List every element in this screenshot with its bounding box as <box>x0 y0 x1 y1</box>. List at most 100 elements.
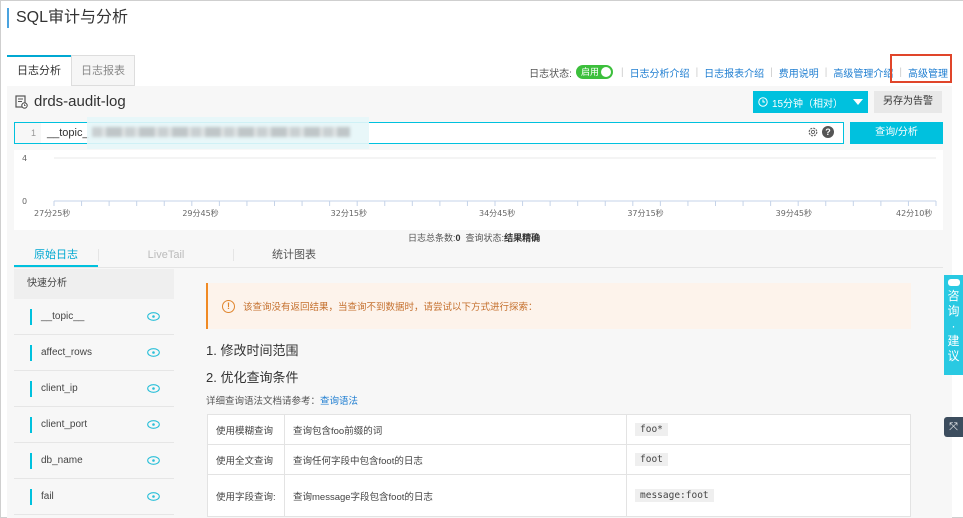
link-log-reports-intro[interactable]: 日志报表介绍 <box>704 65 764 80</box>
tab-raw-logs[interactable]: 原始日志 <box>14 244 98 267</box>
tab-raw-logs-label: 原始日志 <box>34 249 78 261</box>
tab-log-reports[interactable]: 日志报表 <box>71 55 135 86</box>
query-summary: 日志总条数:0 查询状态:结果精确 <box>408 231 540 244</box>
tip-type: 使用模糊查询 <box>207 414 285 445</box>
tab-log-analysis[interactable]: 日志分析 <box>7 55 71 86</box>
y-tick-label: 4 <box>22 154 27 163</box>
divider: | <box>770 66 773 78</box>
tip-description: 查询任何字段中包含foot的日志 <box>284 444 627 475</box>
tip-example-cell: foo* <box>626 414 911 445</box>
field-marker <box>30 344 32 361</box>
feedback-char: · <box>951 319 956 333</box>
log-count-value: 0 <box>455 233 461 243</box>
main-tabs: 日志分析 日志报表 <box>7 55 135 86</box>
log-status-toggle[interactable]: 启用 <box>575 65 613 79</box>
chat-icon <box>947 279 960 286</box>
toggle-label: 启用 <box>580 67 599 77</box>
field-list: __topic__ affect_rows client_ip client_port… <box>14 299 174 515</box>
query-tips-table: 使用模糊查询 查询包含foo前缀的词 foo* 使用全文查询 查询任何字段中包含foot… <box>207 414 911 517</box>
field-item[interactable]: db_name <box>14 443 174 479</box>
tab-charts[interactable]: 统计图表 <box>234 244 354 267</box>
feedback-label: 咨询 · 建议 <box>944 289 963 364</box>
x-tick-label: 32分15秒 <box>331 208 367 218</box>
eye-icon[interactable] <box>147 348 160 357</box>
tip-type: 使用全文查询 <box>207 444 285 475</box>
top-links: 日志状态: 启用 | 日志分析介绍 | 日志报表介绍 | 费用说明 | 高级管理… <box>529 62 948 82</box>
field-marker <box>30 452 32 469</box>
time-range-label: 15分钟（相对） <box>771 98 844 110</box>
y-tick-label: 0 <box>22 197 27 206</box>
tip-row: 使用模糊查询 查询包含foo前缀的词 foo* <box>207 414 911 445</box>
query-syntax-link[interactable]: 查询语法 <box>320 396 358 407</box>
feedback-button[interactable]: 咨询 · 建议 <box>944 275 963 375</box>
sidebar-title: 快速分析 <box>14 269 174 299</box>
search-analyze-button[interactable]: 查询/分析 <box>850 122 943 144</box>
log-count-label: 日志总条数: <box>408 233 456 243</box>
link-pricing[interactable]: 费用说明 <box>779 65 819 80</box>
divider: | <box>824 66 828 78</box>
field-item[interactable]: fail <box>14 479 174 515</box>
tip-example: foot <box>635 453 668 466</box>
redacted-text <box>92 127 350 137</box>
field-item[interactable]: affect_rows <box>14 335 174 371</box>
histogram-chart: 0 4 27分25秒 29分45秒 32分15秒 34分45秒 37分15秒 39分45秒 42… <box>14 150 943 230</box>
field-item[interactable]: client_ip <box>14 371 174 407</box>
tip-description: 查询message字段包含foot的日志 <box>284 474 627 517</box>
feedback-char: 咨 <box>947 289 960 303</box>
line-number: 1 <box>15 123 41 143</box>
field-marker <box>30 380 32 397</box>
x-tick-label: 27分25秒 <box>34 208 70 218</box>
eye-icon[interactable] <box>147 384 160 393</box>
result-tabs: 原始日志 LiveTail 统计图表 <box>14 244 943 268</box>
tip-example: message:foot <box>635 489 714 502</box>
link-advanced-intro[interactable]: 高级管理介绍 <box>833 65 893 80</box>
toggle-knob <box>600 67 611 77</box>
tab-livetail[interactable]: LiveTail <box>98 244 234 267</box>
step-change-time: 1. 修改时间范围 <box>206 343 299 358</box>
log-status-label: 日志状态: <box>529 68 572 80</box>
syntax-reference: 详细查询语法文档请参考：查询语法 <box>206 393 358 407</box>
link-log-analysis-intro[interactable]: 日志分析介绍 <box>630 65 690 80</box>
result-content: ! 该查询没有返回结果，当查询不到数据时，请尝试以下方式进行探索： 1. 修改时… <box>190 269 943 518</box>
eye-icon[interactable] <box>147 456 160 465</box>
collapse-icon[interactable]: ⤧ <box>944 417 963 437</box>
field-item[interactable]: client_port <box>14 407 174 443</box>
logstore-header: drds-audit-log <box>15 93 126 110</box>
x-tick-label: 34分45秒 <box>479 208 515 218</box>
tab-charts-label: 统计图表 <box>272 249 316 261</box>
x-tick-label: 29分45秒 <box>182 208 218 218</box>
tab-livetail-label: LiveTail <box>147 249 185 261</box>
query-status-label: 查询状态: <box>465 233 505 243</box>
query-icons: ? <box>807 126 834 138</box>
logstore-name: drds-audit-log <box>34 93 126 110</box>
reference-label: 详细查询语法文档请参考： <box>206 396 321 407</box>
logstore-icon <box>15 94 28 109</box>
quick-analysis-sidebar: 快速分析 __topic__ affect_rows client_ip client… <box>14 269 174 518</box>
time-range-picker[interactable]: 15分钟（相对） <box>753 91 868 113</box>
tip-description: 查询包含foo前缀的词 <box>284 414 627 445</box>
divider: | <box>695 66 699 78</box>
save-as-alert-button[interactable]: 另存为告警 <box>874 91 942 113</box>
field-marker <box>30 308 32 325</box>
highlight-box <box>890 54 952 83</box>
field-marker <box>30 416 32 433</box>
eye-icon[interactable] <box>147 312 160 321</box>
field-item[interactable]: __topic__ <box>14 299 174 335</box>
divider: | <box>620 66 624 78</box>
no-result-warning: ! 该查询没有返回结果，当查询不到数据时，请尝试以下方式进行探索： <box>206 283 911 329</box>
gear-icon[interactable] <box>807 126 819 138</box>
divider <box>98 249 99 261</box>
feedback-char: 询 <box>947 304 960 318</box>
eye-icon[interactable] <box>147 492 160 501</box>
feedback-char: 建 <box>947 334 960 348</box>
step-optimize-query: 2. 优化查询条件 <box>206 370 299 385</box>
warning-icon: ! <box>222 299 235 313</box>
query-text[interactable]: __topic_ <box>41 127 89 139</box>
query-status-value: 结果精确 <box>504 233 541 243</box>
chevron-down-icon <box>853 99 864 105</box>
x-tick-label: 37分15秒 <box>627 208 663 218</box>
help-icon[interactable]: ? <box>822 126 834 138</box>
x-tick-label: 39分45秒 <box>776 208 812 218</box>
eye-icon[interactable] <box>147 420 160 429</box>
page-title: SQL审计与分析 <box>7 8 128 28</box>
